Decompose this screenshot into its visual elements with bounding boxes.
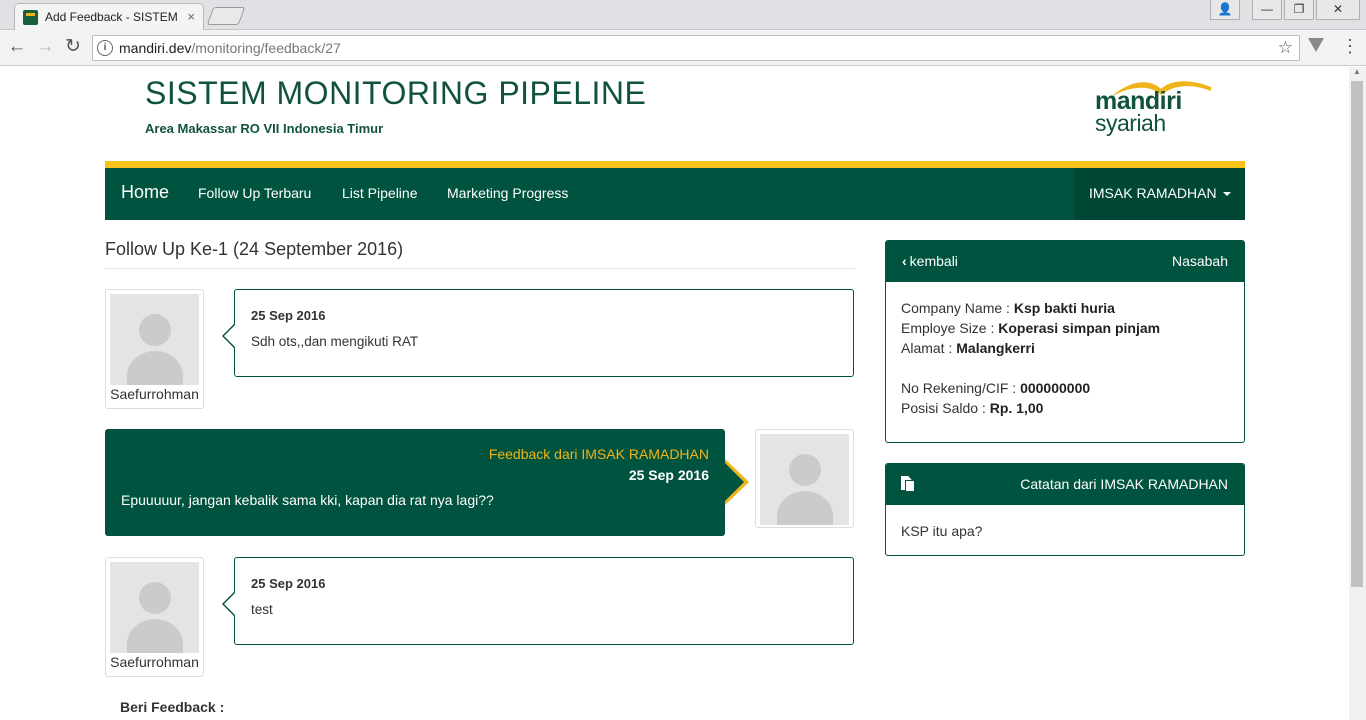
tab-close-icon[interactable]: × <box>187 9 195 24</box>
logo-text-syariah: syariah <box>1095 110 1166 136</box>
feedback-date: 25 Sep 2016 <box>628 467 709 483</box>
url-text[interactable]: mandiri.dev/monitoring/feedback/27 <box>119 40 341 56</box>
avatar-card: Saefurrohman <box>105 289 204 409</box>
comment-date: 25 Sep 2016 <box>251 576 326 591</box>
feedback-bubble: Feedback dari IMSAK RAMADHAN 25 Sep 2016… <box>105 429 749 536</box>
chevron-left-icon: ‹ <box>902 253 907 269</box>
avatar-card: Saefurrohman <box>105 557 204 677</box>
catatan-panel-header: Catatan dari IMSAK RAMADHAN <box>886 464 1244 505</box>
forward-arrow-icon[interactable]: → <box>34 36 56 58</box>
caret-down-icon <box>1222 192 1231 197</box>
catatan-panel-body: KSP itu apa? <box>886 505 1244 555</box>
new-tab-button[interactable] <box>206 7 246 25</box>
extension-icon[interactable] <box>1308 38 1324 52</box>
browser-menu-icon[interactable]: ⋮ <box>1341 36 1359 57</box>
vertical-scrollbar[interactable]: ▲ <box>1349 67 1366 720</box>
site-info-icon[interactable]: i <box>97 40 113 56</box>
nasabah-panel-header: ‹ kembali Nasabah <box>886 241 1244 282</box>
back-link[interactable]: ‹ kembali <box>902 253 958 269</box>
nav-home-link[interactable]: Home <box>121 182 169 203</box>
avatar-placeholder-icon <box>110 562 199 653</box>
bookmark-star-icon[interactable]: ☆ <box>1278 38 1293 58</box>
scroll-up-arrow-icon[interactable]: ▲ <box>1353 67 1361 76</box>
rekening-line: No Rekening/CIF : 000000000 <box>901 380 1091 396</box>
minimize-button[interactable]: — <box>1252 0 1282 20</box>
site-title: SISTEM MONITORING PIPELINE <box>145 75 647 111</box>
feedback-text: Epuuuuur, jangan kebalik sama kki, kapan… <box>121 492 494 508</box>
site-subtitle: Area Makassar RO VII Indonesia Timur <box>145 121 384 136</box>
site-favicon-icon <box>23 10 38 25</box>
panel-title: Catatan dari IMSAK RAMADHAN <box>1020 476 1228 492</box>
avatar-placeholder-icon <box>760 434 849 525</box>
user-dropdown[interactable]: IMSAK RAMADHAN <box>1074 168 1245 220</box>
comment-date: 25 Sep 2016 <box>251 308 326 323</box>
main-navbar: Home Follow Up Terbaru List Pipeline Mar… <box>105 161 1245 220</box>
comment-bubble: 25 Sep 2016 test <box>222 557 854 645</box>
avatar-name: Saefurrohman <box>110 386 199 402</box>
browser-toolbar: ← → ↻ i mandiri.dev/monitoring/feedback/… <box>0 30 1366 66</box>
browser-tab[interactable]: Add Feedback - SISTEM MONITORING PIPELIN… <box>14 3 204 30</box>
browser-tab-strip: Add Feedback - SISTEM MONITORING PIPELIN… <box>0 0 1366 30</box>
user-name: IMSAK RAMADHAN <box>1089 185 1217 201</box>
reload-icon[interactable]: ↻ <box>62 36 84 58</box>
tab-title: Add Feedback - SISTEM MONITORING PIPELIN… <box>45 10 177 24</box>
page-viewport: SISTEM MONITORING PIPELINE Area Makassar… <box>0 67 1349 720</box>
nav-follow-up-terbaru[interactable]: Follow Up Terbaru <box>198 185 311 201</box>
saldo-line: Posisi Saldo : Rp. 1,00 <box>901 400 1044 416</box>
back-arrow-icon[interactable]: ← <box>6 36 28 58</box>
avatar-name: Saefurrohman <box>110 654 199 670</box>
followup-title: Follow Up Ke-1 (24 September 2016) <box>105 239 404 259</box>
divider <box>105 268 855 269</box>
feedback-from: Feedback dari IMSAK RAMADHAN <box>488 446 709 462</box>
avatar-card <box>755 429 854 528</box>
catatan-text: KSP itu apa? <box>901 523 983 539</box>
nav-marketing-progress[interactable]: Marketing Progress <box>447 185 568 201</box>
comment-text: test <box>251 602 273 617</box>
nasabah-panel-body: Company Name : Ksp bakti huria Employe S… <box>886 282 1244 434</box>
mandiri-syariah-logo: mandiri syariah <box>1093 73 1213 136</box>
catatan-panel: Catatan dari IMSAK RAMADHAN KSP itu apa? <box>885 463 1245 556</box>
alamat-line: Alamat : Malangkerri <box>901 340 1035 356</box>
restore-button[interactable]: ❐ <box>1284 0 1314 20</box>
profile-button[interactable]: 👤 <box>1210 0 1240 20</box>
scrollbar-thumb[interactable] <box>1351 81 1363 587</box>
panel-title: Nasabah <box>1171 253 1228 269</box>
nav-list-pipeline[interactable]: List Pipeline <box>342 185 418 201</box>
comment-bubble: 25 Sep 2016 Sdh ots,,dan mengikuti RAT <box>222 289 854 377</box>
employe-size-line: Employe Size : Koperasi simpan pinjam <box>901 320 1161 336</box>
address-bar[interactable]: i mandiri.dev/monitoring/feedback/27 ☆ <box>92 35 1300 61</box>
close-window-button[interactable]: ✕ <box>1316 0 1360 20</box>
avatar-placeholder-icon <box>110 294 199 385</box>
comment-text: Sdh ots,,dan mengikuti RAT <box>251 334 419 349</box>
company-name-line: Company Name : Ksp bakti huria <box>901 300 1115 316</box>
nasabah-panel: ‹ kembali Nasabah Company Name : Ksp bakt… <box>885 240 1245 443</box>
feedback-form-label: Beri Feedback : <box>120 699 225 715</box>
